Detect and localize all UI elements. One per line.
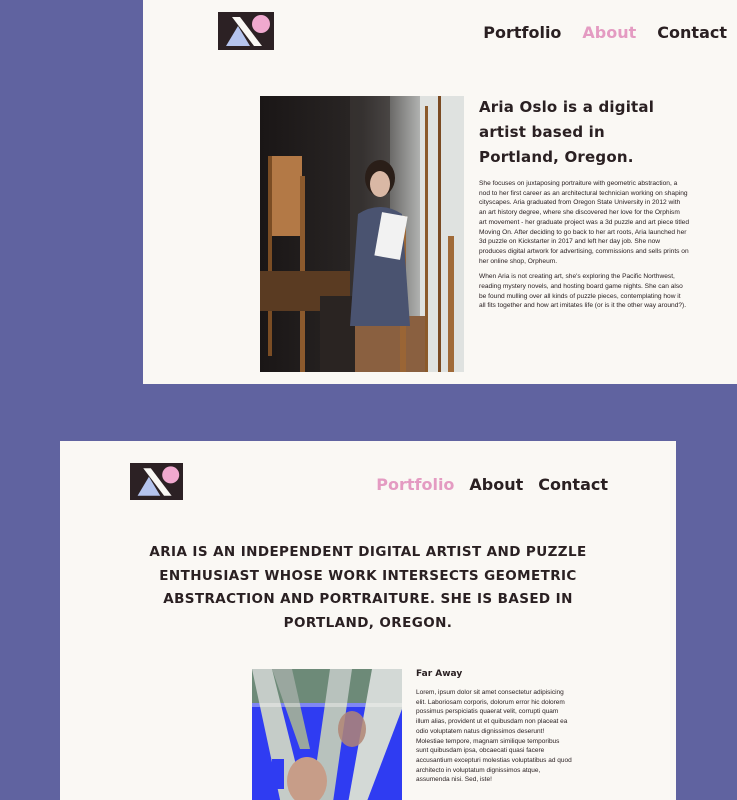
bio-paragraph: When Aria is not creating art, she's exp…: [479, 273, 687, 310]
logo-icon[interactable]: [130, 463, 183, 500]
bio-paragraph: She focuses on juxtaposing portraiture w…: [479, 180, 690, 265]
about-page-card: Portfolio About Contact Aria Oslo is a d…: [143, 0, 737, 384]
artist-bio: Aria Oslo is a digital artist based in P…: [479, 95, 689, 317]
artwork-description: Lorem, ipsum dolor sit amet consectetur …: [416, 689, 572, 784]
artwork-info: Far Away Lorem, ipsum dolor sit amet con…: [416, 669, 572, 785]
nav-portfolio[interactable]: Portfolio: [483, 23, 561, 42]
nav-about[interactable]: About: [469, 475, 523, 494]
main-nav: Portfolio About Contact: [376, 475, 608, 494]
artwork-title: Far Away: [416, 669, 463, 679]
geometric-logo-icon: [218, 12, 274, 50]
nav-portfolio[interactable]: Portfolio: [376, 475, 454, 494]
artwork-image[interactable]: [252, 669, 402, 800]
nav-about[interactable]: About: [582, 23, 636, 42]
nav-contact[interactable]: Contact: [657, 23, 727, 42]
nav-contact[interactable]: Contact: [538, 475, 608, 494]
artist-portrait-photo: [260, 96, 464, 372]
artist-tagline: Aria is an independent digital artist an…: [149, 544, 587, 631]
portfolio-page-card: Portfolio About Contact Aria is an indep…: [60, 441, 676, 800]
main-nav: Portfolio About Contact: [483, 23, 727, 42]
geometric-logo-icon: [130, 463, 183, 500]
bio-heading: Aria Oslo is a digital artist based in P…: [479, 98, 655, 166]
logo-icon[interactable]: [218, 12, 274, 50]
